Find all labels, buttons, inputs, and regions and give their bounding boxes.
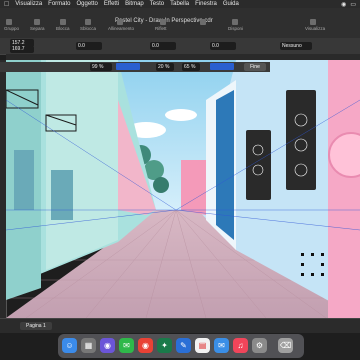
menu-effetti[interactable]: Effetti: [104, 1, 119, 7]
align-icon[interactable]: [117, 19, 123, 25]
calendar-icon[interactable]: ▤: [195, 338, 210, 353]
menu-guida[interactable]: Guida: [223, 1, 239, 7]
arrange-back-icon[interactable]: [232, 19, 238, 25]
dock: ☺ ▦ ◉ ✉ ◉ ✦ ✎ ▤ ✉ ♫ ⚙ ⌫: [58, 334, 304, 358]
wifi-icon[interactable]: ◉: [341, 1, 346, 8]
settings-icon[interactable]: ⚙: [252, 338, 267, 353]
battery-icon[interactable]: ▭: [350, 1, 356, 8]
coreldraw-icon[interactable]: ✦: [157, 338, 172, 353]
perspective-toolbar: 99 % 20 % 65 %: [0, 62, 270, 72]
opacity-field-3[interactable]: 65 %: [182, 63, 200, 71]
group-label: Gruppo: [4, 26, 20, 31]
messages-icon[interactable]: ✉: [119, 338, 134, 353]
unlock-icon[interactable]: [85, 19, 91, 25]
music-icon[interactable]: ♫: [233, 338, 248, 353]
finder-icon[interactable]: ☺: [62, 338, 77, 353]
menu-visualizza[interactable]: Visualizza: [15, 1, 42, 7]
ungroup-icon[interactable]: [34, 19, 40, 25]
page-tab[interactable]: Pagina 1: [20, 322, 52, 330]
unlock-label: Sblocca: [80, 26, 97, 31]
view-label: Visualizza: [305, 26, 326, 31]
trash-icon[interactable]: ⌫: [278, 338, 293, 353]
menu-testo[interactable]: Testo: [150, 1, 164, 7]
arrange-label: Disponi: [228, 26, 244, 31]
menu-bitmap[interactable]: Bitmap: [125, 1, 144, 7]
menu-tabella[interactable]: Tabella: [170, 1, 189, 7]
opacity-field-1[interactable]: 99 %: [90, 63, 112, 71]
outline-style-select[interactable]: Nessuno: [280, 42, 312, 50]
color-picker-1[interactable]: [116, 63, 140, 70]
street-illustration: [6, 60, 360, 318]
group-icon[interactable]: [6, 19, 12, 25]
apple-icon[interactable]: : [4, 1, 9, 8]
color-picker-2[interactable]: [210, 63, 234, 70]
mirror-label: Riflett: [155, 26, 167, 31]
drawing-canvas[interactable]: [6, 60, 360, 318]
align-label: Allineamento: [108, 26, 135, 31]
width-y-field[interactable]: 169.7: [10, 46, 34, 53]
fine-button[interactable]: Fine: [244, 63, 266, 71]
zoom-field[interactable]: 0.0: [76, 42, 102, 50]
property-bar: 157.2 169.7 0.0 0.0 0.0 Nessuno: [0, 38, 360, 55]
mirror-icon[interactable]: [160, 19, 166, 25]
position-field[interactable]: 0.0: [150, 42, 176, 50]
menu-bar:  Visualizza Formato Oggetto Effetti Bit…: [0, 0, 360, 8]
ungroup-label: Separa: [30, 26, 45, 31]
mail-icon[interactable]: ✉: [214, 338, 229, 353]
rotation-field[interactable]: 0.0: [210, 42, 236, 50]
menu-oggetto[interactable]: Oggetto: [77, 1, 98, 7]
arrange-icon[interactable]: [200, 19, 206, 25]
main-toolbar: Pastel City - Draw In Perspective.cdr Gr…: [0, 8, 360, 39]
status-bar: [0, 318, 360, 333]
menu-finestra[interactable]: Finestra: [195, 1, 217, 7]
menu-formato[interactable]: Formato: [48, 1, 70, 7]
siri-icon[interactable]: ◉: [100, 338, 115, 353]
opacity-field-2[interactable]: 20 %: [156, 63, 174, 71]
canvas-icon[interactable]: ✎: [176, 338, 191, 353]
view-icon[interactable]: [310, 19, 316, 25]
launchpad-icon[interactable]: ▦: [81, 338, 96, 353]
lock-label: Blocca: [56, 26, 70, 31]
lock-icon[interactable]: [60, 19, 66, 25]
chrome-icon[interactable]: ◉: [138, 338, 153, 353]
